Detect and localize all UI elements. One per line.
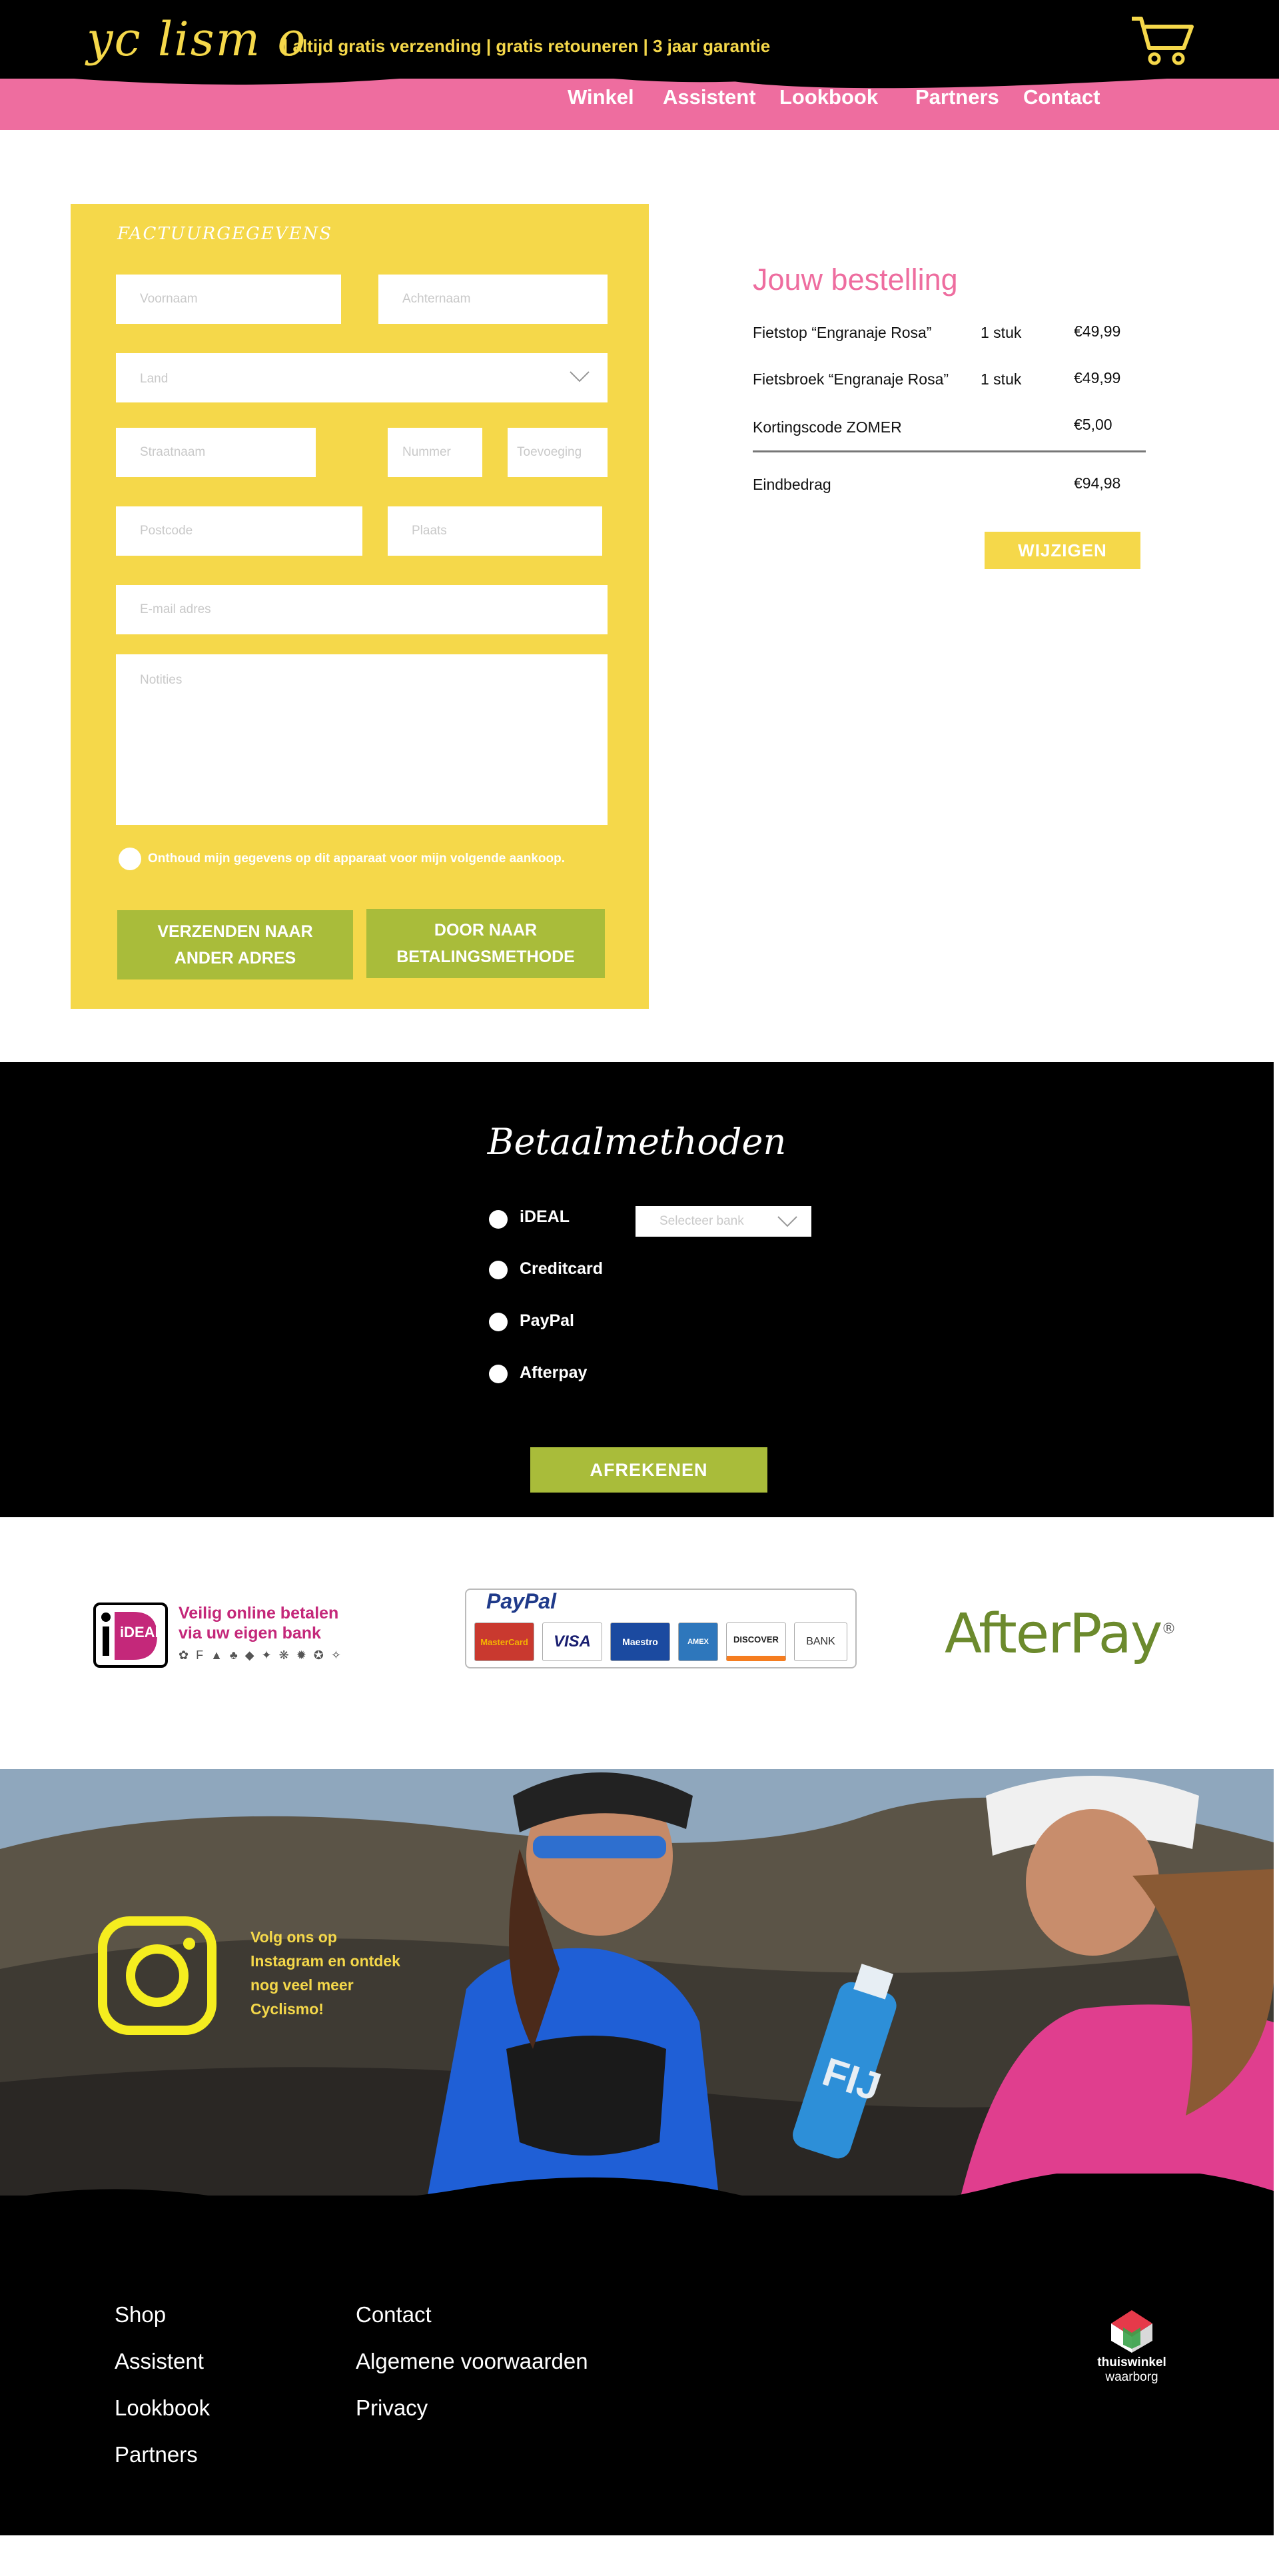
- change-order-button[interactable]: WIJZIGEN: [985, 532, 1140, 569]
- thuiswinkel-line1: thuiswinkel: [1097, 2355, 1166, 2369]
- radio-ideal-label: iDEAL: [520, 1207, 570, 1226]
- country-select-value: Land: [140, 372, 169, 386]
- footer-link-lookbook[interactable]: Lookbook: [115, 2395, 210, 2421]
- ideal-tagline-line1: Veilig online betalen: [179, 1604, 339, 1622]
- radio-paypal[interactable]: [489, 1313, 508, 1331]
- afterpay-registered-mark: ®: [1161, 1620, 1176, 1638]
- radio-afterpay[interactable]: [489, 1365, 508, 1383]
- order-item-qty: 1 stuk: [981, 324, 1022, 341]
- order-title: Jouw bestelling: [753, 263, 958, 297]
- ideal-badge-text: iDEAL: [120, 1624, 164, 1640]
- ship-other-address-button[interactable]: VERZENDEN NAAR ANDER ADRES: [117, 910, 353, 979]
- instagram-text[interactable]: Volg ons op Instagram en ontdek nog veel…: [250, 1925, 404, 2021]
- site-footer: Shop Assistent Lookbook Partners Contact…: [0, 2196, 1274, 2535]
- city-field[interactable]: [388, 506, 602, 556]
- nav-partners[interactable]: Partners: [915, 85, 999, 109]
- instagram-hero: FIJ Volg ons op Instagram en ontdek nog …: [0, 1769, 1274, 2202]
- thuiswinkel-line2: waarborg: [1105, 2370, 1158, 2384]
- email-field[interactable]: [116, 585, 608, 634]
- bank-select-value: Selecteer bank: [659, 1214, 744, 1228]
- nav-lookbook[interactable]: Lookbook: [779, 85, 878, 109]
- cart-icon[interactable]: [1129, 13, 1196, 67]
- mastercard-icon: MasterCard: [474, 1622, 534, 1661]
- thuiswinkel-text: thuiswinkel waarborg: [1086, 2355, 1178, 2385]
- chevron-down-icon: [570, 371, 590, 382]
- discount-code: Kortingscode ZOMER: [753, 418, 902, 436]
- order-item-qty: 1 stuk: [981, 370, 1022, 388]
- first-name-field[interactable]: [116, 275, 341, 324]
- order-item-price: €49,99: [1074, 322, 1121, 340]
- bank-select[interactable]: Selecteer bank: [636, 1206, 811, 1237]
- order-item-name: Fietsbroek “Engranaje Rosa”: [753, 370, 949, 388]
- footer-link-terms[interactable]: Algemene voorwaarden: [356, 2349, 588, 2374]
- billing-form: FACTUURGEGEVENS Land Onthoud mijn gegeve…: [71, 204, 649, 1009]
- usp-bar: | altijd gratis verzending | gratis reto…: [283, 36, 771, 56]
- order-divider: [753, 450, 1146, 452]
- bank-icon: BANK: [794, 1622, 847, 1661]
- radio-afterpay-label: Afterpay: [520, 1363, 588, 1382]
- country-select[interactable]: Land: [116, 353, 608, 402]
- bank-icons-row: ✿ F ▲ ♣ ◆ ✦ ❋ ✹ ✪ ✧: [179, 1648, 343, 1662]
- site-logo[interactable]: yc lism o: [87, 12, 306, 67]
- postcode-field[interactable]: [116, 506, 362, 556]
- discover-icon: DISCOVER: [726, 1622, 786, 1661]
- billing-title: FACTUURGEGEVENS: [117, 224, 333, 244]
- maestro-icon: Maestro: [610, 1622, 670, 1661]
- amex-icon: AMEX: [678, 1622, 718, 1661]
- remember-label: Onthoud mijn gegevens op dit apparaat vo…: [148, 852, 566, 866]
- footer-link-contact[interactable]: Contact: [356, 2302, 432, 2327]
- discount-amount: €5,00: [1074, 416, 1112, 433]
- order-total-value: €94,98: [1074, 474, 1121, 492]
- thuiswinkel-logo-icon[interactable]: [1108, 2307, 1155, 2354]
- footer-link-assistent[interactable]: Assistent: [115, 2349, 204, 2374]
- afterpay-logo-text: AfterPay: [945, 1603, 1162, 1666]
- footer-link-partners[interactable]: Partners: [115, 2442, 198, 2467]
- footer-link-shop[interactable]: Shop: [115, 2302, 166, 2327]
- notes-field[interactable]: [116, 654, 608, 825]
- order-total-label: Eindbedrag: [753, 476, 831, 493]
- street-field[interactable]: [116, 428, 316, 477]
- to-payment-line1: DOOR NAAR: [434, 921, 538, 940]
- addition-field[interactable]: [508, 428, 608, 477]
- ship-other-address-line2: ANDER ADRES: [174, 949, 296, 967]
- last-name-field[interactable]: [378, 275, 608, 324]
- nav-assistent[interactable]: Assistent: [663, 85, 756, 109]
- payment-title: Betaalmethoden: [487, 1121, 787, 1163]
- to-payment-button[interactable]: DOOR NAAR BETALINGSMETHODE: [366, 909, 605, 978]
- to-payment-line2: BETALINGSMETHODE: [396, 948, 575, 966]
- radio-ideal[interactable]: [489, 1210, 508, 1229]
- site-header: yc lism o | altijd gratis verzending | g…: [0, 0, 1279, 130]
- visa-icon: VISA: [542, 1622, 602, 1661]
- radio-paypal-label: PayPal: [520, 1311, 575, 1330]
- order-item-name: Fietstop “Engranaje Rosa”: [753, 324, 932, 341]
- remember-checkbox[interactable]: [119, 848, 141, 870]
- chevron-down-icon: [777, 1216, 797, 1227]
- instagram-icon[interactable]: [97, 1916, 217, 2036]
- afterpay-logo: AfterPay®: [945, 1603, 1176, 1666]
- order-item-price: €49,99: [1074, 369, 1121, 386]
- house-number-field[interactable]: [388, 428, 482, 477]
- payment-section: Betaalmethoden iDEAL Creditcard PayPal A…: [0, 1062, 1274, 1517]
- nav-winkel[interactable]: Winkel: [568, 85, 634, 109]
- ship-other-address-line1: VERZENDEN NAAR: [157, 922, 313, 941]
- checkout-button[interactable]: AFREKENEN: [530, 1447, 767, 1493]
- radio-creditcard[interactable]: [489, 1261, 508, 1279]
- paypal-logo-text: PayPal: [486, 1589, 556, 1613]
- ideal-tagline: Veilig online betalen via uw eigen bank: [179, 1603, 338, 1643]
- ideal-tagline-line2: via uw eigen bank: [179, 1624, 321, 1642]
- footer-link-privacy[interactable]: Privacy: [356, 2395, 428, 2421]
- nav-contact[interactable]: Contact: [1023, 85, 1100, 109]
- radio-creditcard-label: Creditcard: [520, 1259, 604, 1278]
- main-nav: Winkel Assistent Lookbook Partners Conta…: [0, 80, 1279, 120]
